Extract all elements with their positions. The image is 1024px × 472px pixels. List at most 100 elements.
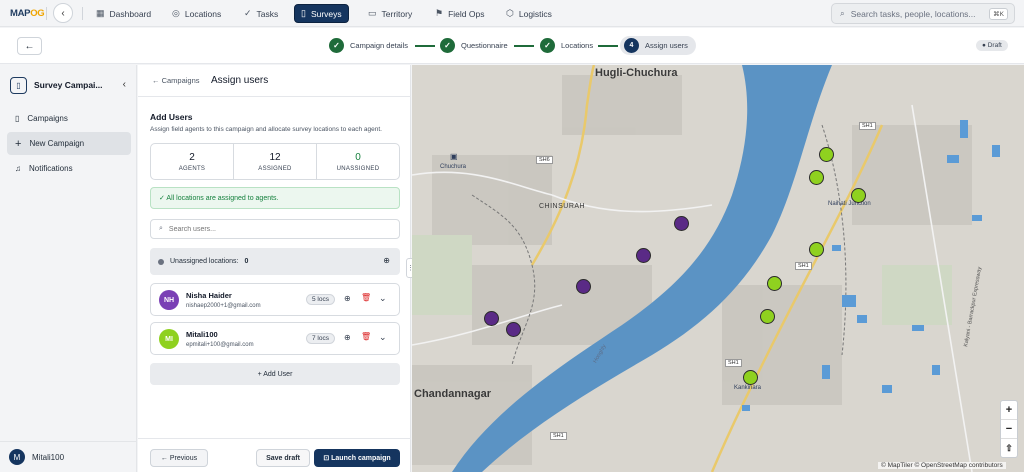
- location-marker-nisha[interactable]: [636, 248, 651, 263]
- check-icon: ✓: [540, 38, 555, 53]
- location-marker-mitali[interactable]: [767, 276, 782, 291]
- zoom-out-button[interactable]: −: [1001, 420, 1017, 439]
- app-logo[interactable]: MAPOG: [10, 8, 45, 19]
- road-sh1-tag: SH1: [795, 262, 812, 270]
- previous-button[interactable]: ← Previous: [150, 449, 208, 467]
- location-marker-nisha[interactable]: [576, 279, 591, 294]
- zoom-to-icon[interactable]: ⊕: [344, 333, 351, 342]
- user-card[interactable]: MI Mitali100 epmitali+100@gmail.com 7 lo…: [150, 322, 400, 355]
- wizard-back-button[interactable]: ←: [17, 37, 42, 55]
- search-icon: ⌕: [840, 8, 845, 18]
- sidebar-item-campaigns[interactable]: ▯ Campaigns: [7, 107, 131, 130]
- back-button[interactable]: ‹: [53, 3, 73, 23]
- global-search[interactable]: ⌕ Search tasks, people, locations... ⌘K: [831, 3, 1015, 24]
- nav-dashboard[interactable]: ▦ Dashboard: [90, 4, 157, 23]
- breadcrumb-campaigns[interactable]: ← Campaigns: [152, 76, 200, 85]
- trash-icon[interactable]: 🗑: [361, 332, 371, 341]
- page-title: Assign users: [211, 75, 269, 86]
- stat-agents: 2 AGENTS: [151, 144, 234, 179]
- nav-logistics[interactable]: ⬡ Logistics: [500, 4, 558, 23]
- divider: [46, 7, 47, 20]
- location-marker-mitali[interactable]: [851, 188, 866, 203]
- step-questionnaire[interactable]: ✓ Questionnaire: [440, 38, 508, 53]
- map-icon: ▭: [368, 8, 377, 18]
- assignment-stats: 2 AGENTS 12 ASSIGNED 0 UNASSIGNED: [150, 143, 400, 180]
- map-canvas: [412, 65, 1000, 472]
- save-draft-button[interactable]: Save draft: [256, 449, 310, 467]
- user-name: Nisha Haider: [186, 291, 232, 300]
- sidebar-item-new-campaign[interactable]: + New Campaign: [7, 132, 131, 155]
- location-marker-mitali[interactable]: [809, 242, 824, 257]
- collapse-sidebar-icon[interactable]: ‹: [123, 79, 126, 90]
- current-user[interactable]: M Mitali100: [0, 441, 137, 472]
- section-title: Add Users: [150, 112, 193, 122]
- nav-field-ops[interactable]: ⚑ Field Ops: [429, 4, 490, 23]
- station-label: Kankinara: [734, 385, 762, 391]
- pin-icon: ◎: [172, 8, 180, 18]
- zoom-to-icon[interactable]: ⊕: [383, 256, 390, 265]
- nav-territory[interactable]: ▭ Territory: [362, 4, 418, 23]
- chevron-down-icon[interactable]: ⌄: [379, 293, 387, 304]
- station-label: Naihati Junction: [828, 201, 871, 207]
- zoom-in-button[interactable]: +: [1001, 401, 1017, 420]
- road-sh1-tag: SH1: [859, 122, 876, 130]
- section-description: Assign field agents to this campaign and…: [150, 126, 382, 133]
- step-campaign-details[interactable]: ✓ Campaign details: [329, 38, 408, 53]
- location-marker-nisha[interactable]: [484, 311, 499, 326]
- road-sh1-tag: SH1: [725, 359, 742, 367]
- location-marker-mitali[interactable]: [819, 147, 834, 162]
- location-marker-mitali[interactable]: [809, 170, 824, 185]
- left-sidebar: ▯ Survey Campai... ‹ ▯ Campaigns + New Cam…: [0, 65, 137, 472]
- user-email: nishaep2000+1@gmail.com: [186, 303, 261, 309]
- sidebar-item-notifications[interactable]: ♫ Notifications: [7, 157, 131, 180]
- status-badge: ● Draft: [976, 40, 1008, 51]
- launch-campaign-button[interactable]: ⊡ Launch campaign: [314, 449, 400, 467]
- trash-icon[interactable]: 🗑: [361, 293, 371, 302]
- check-icon: ✓: [329, 38, 344, 53]
- user-card[interactable]: NH Nisha Haider nishaep2000+1@gmail.com …: [150, 283, 400, 316]
- clipboard-icon: ▯: [10, 76, 27, 94]
- add-user-button[interactable]: + Add User: [150, 363, 400, 385]
- location-marker-nisha[interactable]: [674, 216, 689, 231]
- chevron-down-icon[interactable]: ⌄: [379, 332, 387, 343]
- step-connector: [415, 45, 435, 47]
- panel-header: ← Campaigns Assign users: [138, 65, 411, 97]
- panel-footer: ← Previous Save draft ⊡ Launch campaign: [138, 438, 411, 472]
- map-zoom-controls: + − ⇧: [1000, 400, 1018, 458]
- sidebar-header: ▯ Survey Campai... ‹: [10, 74, 128, 96]
- nav-locations[interactable]: ◎ Locations: [166, 4, 227, 23]
- map-label-city: Chandannagar: [414, 388, 492, 400]
- avatar: MI: [159, 329, 179, 349]
- step-assign-users[interactable]: 4 Assign users: [620, 36, 696, 55]
- divider: [82, 7, 83, 20]
- location-marker-nisha[interactable]: [506, 322, 521, 337]
- map-attribution: © MapTiler © OpenStreetMap contributors: [878, 462, 1006, 469]
- compass-icon[interactable]: ⇧: [1001, 439, 1017, 458]
- check-icon: ✓: [440, 38, 455, 53]
- unassigned-locations-row[interactable]: Unassigned locations: 0 ⊕: [150, 248, 400, 275]
- location-marker-mitali[interactable]: [743, 370, 758, 385]
- user-name: Mitali100: [186, 330, 218, 339]
- stat-unassigned: 0 UNASSIGNED: [336, 151, 380, 172]
- road-sh6-tag: SH6: [536, 156, 553, 164]
- step-locations[interactable]: ✓ Locations: [540, 38, 593, 53]
- assign-users-panel: ← Campaigns Assign users Add Users Assig…: [138, 65, 411, 472]
- nav-tasks[interactable]: ✓ Tasks: [238, 4, 284, 23]
- plus-icon: +: [15, 137, 22, 150]
- nav-surveys[interactable]: ▯ Surveys: [294, 4, 349, 23]
- stat-assigned: 12 ASSIGNED: [234, 144, 317, 179]
- top-navigation: MAPOG ‹ ▦ Dashboard ◎ Locations ✓ Tasks ▯ Su…: [0, 0, 1024, 27]
- chevron-left-icon: ‹: [61, 7, 65, 19]
- search-users-input[interactable]: [168, 225, 369, 233]
- status-dot: [158, 258, 164, 265]
- avatar: M: [9, 449, 25, 465]
- location-count-badge: 7 locs: [306, 333, 335, 344]
- map-view[interactable]: Hugli-Chuchura CHINSURAH Chandannagar Ch…: [412, 65, 1024, 472]
- step-connector: [598, 45, 618, 47]
- success-alert: ✓ All locations are assigned to agents.: [150, 187, 400, 209]
- location-marker-mitali[interactable]: [760, 309, 775, 324]
- search-users-field[interactable]: ⌕: [150, 219, 400, 239]
- search-icon: ⌕: [159, 225, 163, 232]
- zoom-to-icon[interactable]: ⊕: [344, 294, 351, 303]
- user-email: epmitali+100@gmail.com: [186, 342, 254, 348]
